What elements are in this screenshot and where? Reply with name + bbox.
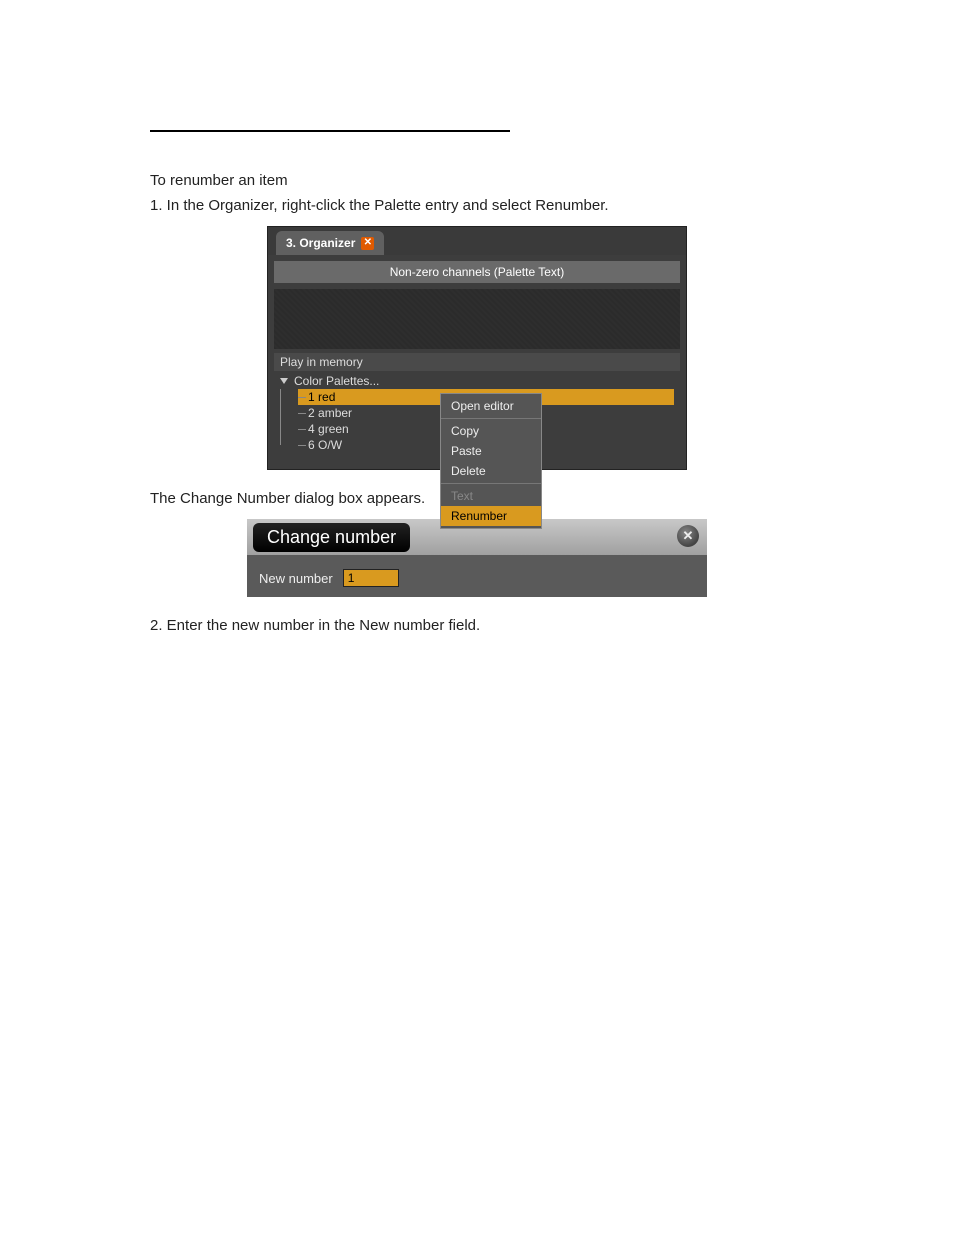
context-menu-item-delete[interactable]: Delete	[441, 461, 541, 481]
tree-item-num: 4	[308, 422, 315, 436]
organizer-tabbar: 3. Organizer ✕	[268, 227, 686, 255]
tree-item-num: 1	[308, 390, 315, 404]
step-2: 2. Enter the new number in the New numbe…	[150, 617, 804, 634]
step-1: 1. In the Organizer, right-click the Pal…	[150, 197, 804, 214]
tree-item-num: 6	[308, 438, 315, 452]
new-number-input[interactable]	[343, 569, 399, 587]
change-number-dialog: Change number ✕ New number	[247, 519, 707, 597]
new-number-label: New number	[259, 571, 333, 586]
context-menu-item-copy[interactable]: Copy	[441, 421, 541, 441]
organizer-tab[interactable]: 3. Organizer ✕	[276, 231, 384, 255]
context-menu: Open editor Copy Paste Delete Text Renum…	[440, 393, 542, 529]
close-icon[interactable]: ✕	[361, 237, 374, 250]
dialog-title: Change number	[253, 523, 410, 552]
organizer-tab-label: 3. Organizer	[286, 236, 355, 250]
tree-item-name: green	[318, 422, 349, 436]
tree-item-name: O/W	[318, 438, 342, 452]
intro-text: To renumber an item	[150, 172, 804, 189]
header-rule	[150, 130, 510, 132]
tree-root[interactable]: Color Palettes...	[280, 373, 674, 389]
context-menu-item-renumber[interactable]: Renumber	[441, 506, 541, 526]
tree-root-label: Color Palettes...	[294, 374, 379, 388]
chevron-down-icon	[280, 378, 288, 384]
context-menu-item-open-editor[interactable]: Open editor	[441, 396, 541, 416]
tree-item-name: red	[318, 390, 335, 404]
context-menu-item-text: Text	[441, 486, 541, 506]
tree-item-num: 2	[308, 406, 315, 420]
tree-item-name: amber	[318, 406, 352, 420]
organizer-panel: 3. Organizer ✕ Non-zero channels (Palett…	[267, 226, 687, 470]
organizer-header: Non-zero channels (Palette Text)	[274, 261, 680, 283]
organizer-preview-area	[274, 289, 680, 349]
organizer-section-label: Play in memory	[274, 353, 680, 371]
organizer-tree: Color Palettes... 1 red 2 amber 4	[274, 371, 680, 463]
close-icon[interactable]: ✕	[677, 525, 699, 547]
context-menu-item-paste[interactable]: Paste	[441, 441, 541, 461]
